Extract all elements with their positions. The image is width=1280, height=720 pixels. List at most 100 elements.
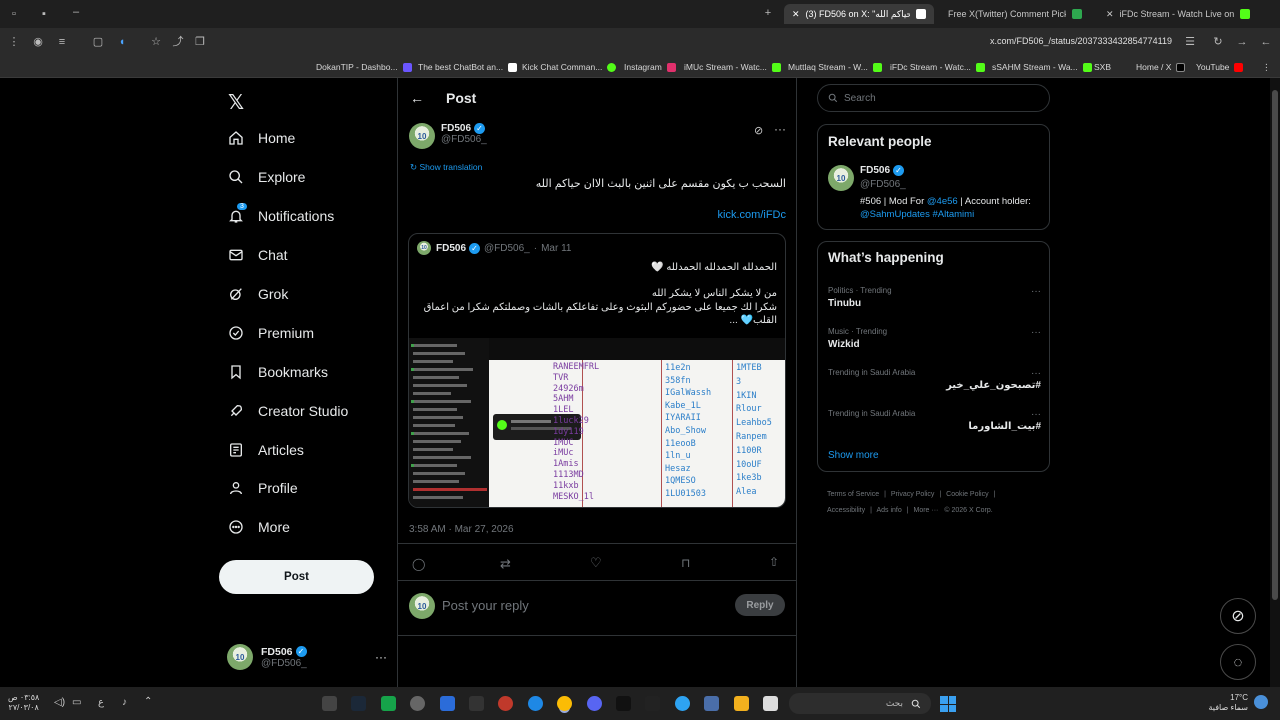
bookmark-item[interactable]: SXB — [1094, 62, 1111, 72]
clock[interactable]: ٠٣:٥٨ ص ٢٧/٠٣/٠٨ — [8, 693, 39, 713]
bookmark-item[interactable]: Kick Chat Comman... — [522, 62, 617, 72]
nav-premium[interactable]: Premium — [228, 325, 314, 341]
bookmark-item[interactable]: The best ChatBot an... — [418, 62, 518, 72]
post-button[interactable]: Post — [219, 560, 374, 594]
minimize-icon[interactable]: – — [70, 6, 82, 18]
back-icon[interactable]: ← — [1260, 36, 1272, 48]
app-icon[interactable] — [322, 696, 337, 711]
scrollbar-thumb[interactable] — [1272, 90, 1278, 600]
trend-item[interactable]: Trending in Saudi Arabia #تصبحون_علي_خير… — [828, 368, 1041, 391]
tab-comment-picker[interactable]: Free X(Twitter) Comment Picke — [940, 4, 1090, 24]
more-bookmarks-icon[interactable]: ⋮ — [1262, 62, 1271, 73]
language-indicator[interactable]: ع — [98, 697, 104, 708]
tray-expand-icon[interactable]: ⌃ — [144, 696, 152, 707]
reply-icon[interactable]: ◯ — [412, 557, 425, 571]
more-dots-icon[interactable]: ··· — [375, 650, 387, 664]
network-icon[interactable]: ▭ — [72, 697, 81, 708]
avatar[interactable]: 10 — [828, 165, 854, 191]
quote-media[interactable]: RANEEMFRL TVR 24926m 5AHM 1LEL 1luck29 1dy119 1… — [409, 338, 785, 507]
bookmark-item[interactable]: iMUc Stream - Watc... — [684, 62, 781, 72]
footer-link[interactable]: Terms of Service — [827, 491, 879, 498]
trend-more-icon[interactable]: ··· — [1031, 409, 1041, 420]
app-icon[interactable] — [498, 696, 513, 711]
post-author[interactable]: 10 FD506 ✓ @FD506_ — [409, 123, 487, 149]
extension-icon[interactable]: ◉ — [32, 36, 44, 48]
trend-more-icon[interactable]: ··· — [1031, 286, 1041, 297]
trend-more-icon[interactable]: ··· — [1031, 327, 1041, 338]
nav-chat[interactable]: Chat — [228, 247, 288, 263]
back-arrow-icon[interactable]: ← — [410, 90, 424, 106]
tab-list-icon[interactable]: ▫ — [8, 8, 20, 20]
grok-float-icon[interactable]: ⊘ — [1220, 598, 1256, 634]
repost-icon[interactable]: ⇄ — [500, 556, 511, 572]
nav-home[interactable]: Home — [228, 130, 295, 146]
bookmark-item[interactable]: Home / X — [1136, 62, 1186, 72]
bookmark-item[interactable]: iFDc Stream - Watc... — [890, 62, 985, 72]
trend-item[interactable]: Music · Trending Wizkid ··· — [828, 327, 1041, 350]
weather-widget[interactable]: 17°C سماء صافية — [1206, 693, 1248, 713]
window-icon[interactable]: ▪ — [38, 8, 50, 20]
discord-icon[interactable] — [587, 696, 602, 711]
bookmark-item[interactable]: Instagram — [624, 62, 676, 72]
nav-grok[interactable]: Grok — [228, 286, 288, 302]
bookmark-item[interactable]: DokanTIP - Dashbo... — [316, 62, 412, 72]
close-icon[interactable]: ✕ — [792, 9, 800, 20]
show-more-link[interactable]: Show more — [828, 450, 879, 461]
windows-start-icon[interactable] — [940, 696, 956, 712]
app-icon[interactable] — [616, 696, 631, 711]
nav-notifications[interactable]: Notifications 3 — [228, 203, 334, 224]
copy-icon[interactable]: ❐ — [194, 36, 206, 48]
store-icon[interactable] — [440, 696, 455, 711]
forward-icon[interactable]: → — [1236, 36, 1248, 48]
tab-current[interactable]: ✕ (3) FD506 on X: "الاثان حياكم الله — [784, 4, 934, 24]
post-more-icon[interactable]: ··· — [774, 122, 786, 136]
bookmark-item[interactable]: sSAHM Stream - Wa... — [992, 62, 1092, 72]
shield-icon[interactable] — [704, 696, 719, 711]
nav-creator-studio[interactable]: Creator Studio — [228, 403, 348, 419]
app-icon[interactable] — [469, 696, 484, 711]
site-settings-icon[interactable]: ☰ — [1184, 36, 1196, 48]
app-icon[interactable] — [645, 696, 660, 711]
nav-more[interactable]: More — [228, 519, 290, 535]
notepad-icon[interactable] — [763, 696, 778, 711]
grok-explain-icon[interactable]: ⊘ — [754, 124, 763, 137]
nav-explore[interactable]: Explore — [228, 169, 305, 185]
audio-icon[interactable]: ◖ — [116, 36, 128, 48]
bookmark-item[interactable]: Muttlaq Stream - W... — [788, 62, 882, 72]
star-icon[interactable]: ☆ — [150, 36, 162, 48]
taskbar-search[interactable]: بحث — [789, 693, 931, 714]
steam-icon[interactable] — [351, 696, 366, 711]
reply-input[interactable]: Post your reply — [442, 598, 529, 613]
screenshot-icon[interactable]: ▢ — [92, 36, 104, 48]
search-input[interactable]: Search — [844, 93, 876, 104]
app-icon[interactable] — [381, 696, 396, 711]
bookmark-icon[interactable]: ⊓ — [681, 556, 690, 570]
folder-icon[interactable] — [734, 696, 749, 711]
account-switcher[interactable]: 10 FD506 ✓ @FD506_ ··· — [227, 644, 387, 670]
x-logo-icon[interactable]: 𝕏 — [228, 90, 244, 115]
trend-item[interactable]: Politics · Trending Tinubu ··· — [828, 286, 1041, 309]
volume-icon[interactable]: ◁) — [54, 697, 65, 708]
bookmark-item[interactable]: YouTube — [1196, 62, 1244, 72]
reply-button[interactable]: Reply — [735, 594, 785, 616]
nav-profile[interactable]: Profile — [228, 480, 298, 496]
scrollbar[interactable] — [1270, 78, 1280, 687]
new-tab-icon[interactable]: + — [762, 7, 774, 19]
footer-link[interactable]: Accessibility — [827, 507, 865, 514]
nav-bookmarks[interactable]: Bookmarks — [228, 364, 328, 380]
bio-link[interactable]: @4e56 — [927, 196, 958, 207]
nav-articles[interactable]: Articles — [228, 442, 304, 458]
mic-icon[interactable]: ♪ — [122, 697, 127, 708]
edge-icon[interactable] — [528, 696, 543, 711]
close-icon[interactable]: ✕ — [1106, 9, 1114, 20]
post-link[interactable]: kick.com/iFDc — [410, 209, 786, 221]
trend-item[interactable]: Trending in Saudi Arabia #بيت_الشاورما ·… — [828, 409, 1041, 432]
footer-link[interactable]: Cookie Policy — [946, 491, 988, 498]
settings-icon[interactable] — [410, 696, 425, 711]
tab-kick-stream[interactable]: ✕ iFDc Stream - Watch Live on Ki — [1098, 4, 1258, 24]
url-field[interactable]: x.com/FD506_/status/2037333432854774119 — [990, 36, 1172, 46]
quoted-post[interactable]: 10 FD506 ✓ @FD506_ · Mar 11 الحمدلله الح… — [408, 233, 786, 508]
share-icon[interactable]: ⤴ — [172, 36, 184, 48]
app-icon[interactable] — [675, 696, 690, 711]
footer-link[interactable]: Privacy Policy — [891, 491, 935, 498]
